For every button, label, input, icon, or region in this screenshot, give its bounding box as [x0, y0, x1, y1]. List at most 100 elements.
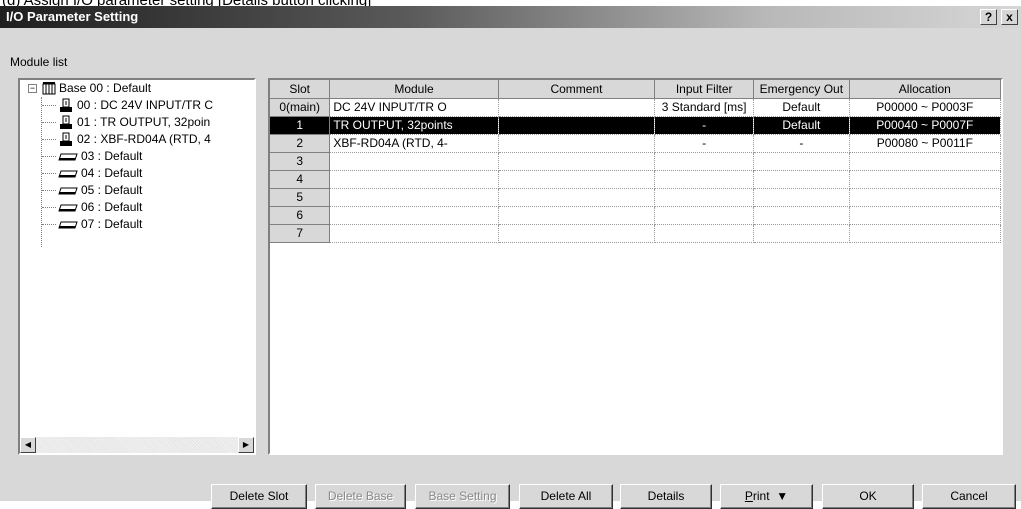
ok-button[interactable]: OK	[822, 484, 914, 509]
delete-all-button[interactable]: Delete All	[519, 484, 613, 509]
module-cell[interactable]	[329, 188, 499, 207]
input-filter-cell[interactable]: -	[654, 134, 755, 153]
column-header-input-filter[interactable]: Input Filter	[654, 80, 755, 99]
base-setting-button[interactable]: Base Setting	[415, 484, 510, 509]
module-cell[interactable]: DC 24V INPUT/TR O	[329, 98, 499, 117]
column-header-comment[interactable]: Comment	[498, 80, 656, 99]
details-button[interactable]: Details	[620, 484, 712, 509]
module-cell[interactable]: XBF-RD04A (RTD, 4-	[329, 134, 499, 153]
tree-item-slot-04[interactable]: 04 : Default	[58, 165, 142, 181]
module-cell[interactable]	[329, 206, 499, 225]
scroll-right-icon[interactable]: ▶	[238, 437, 254, 453]
slot-cell[interactable]: 5	[270, 188, 331, 207]
tree-item-label: 04 : Default	[81, 166, 143, 180]
slot-cell[interactable]: 0(main)	[270, 98, 331, 117]
module-icon	[60, 132, 72, 147]
slot-cell[interactable]: 6	[270, 206, 331, 225]
delete-base-button[interactable]: Delete Base	[315, 484, 406, 509]
table-row[interactable]: 5	[270, 188, 1001, 207]
comment-cell[interactable]	[498, 188, 656, 207]
tree-branch	[42, 139, 56, 140]
slot-cell[interactable]: 7	[270, 224, 331, 243]
comment-cell[interactable]	[498, 116, 656, 135]
slot-cell[interactable]: 2	[270, 134, 331, 153]
empty-slot-icon	[58, 153, 78, 161]
close-button[interactable]: x	[1001, 9, 1018, 25]
emergency-out-cell[interactable]	[753, 188, 850, 207]
table-row[interactable]: 2 XBF-RD04A (RTD, 4- - - P00080 ~ P0011F	[270, 134, 1001, 153]
comment-cell[interactable]	[498, 152, 656, 171]
slot-cell[interactable]: 3	[270, 152, 331, 171]
tree-item-slot-07[interactable]: 07 : Default	[58, 216, 142, 232]
tree-branch	[42, 224, 56, 225]
tree-item-slot-01[interactable]: 01 : TR OUTPUT, 32poin	[58, 114, 210, 130]
comment-cell[interactable]	[498, 134, 656, 153]
allocation-cell	[849, 188, 1001, 207]
emergency-out-cell[interactable]: Default	[753, 98, 850, 117]
delete-slot-button[interactable]: Delete Slot	[211, 484, 307, 509]
tree-root[interactable]: Base 00 : Default	[42, 80, 151, 96]
column-header-slot[interactable]: Slot	[270, 80, 331, 99]
emergency-out-cell[interactable]: Default	[753, 116, 850, 135]
input-filter-cell[interactable]: -	[654, 116, 755, 135]
table-row[interactable]: 4	[270, 170, 1001, 189]
empty-slot-icon	[58, 187, 78, 195]
comment-cell[interactable]	[498, 224, 656, 243]
slot-cell[interactable]: 1	[270, 116, 331, 135]
input-filter-cell[interactable]	[654, 206, 755, 225]
emergency-out-cell[interactable]	[753, 206, 850, 225]
tree-branch	[42, 173, 56, 174]
module-cell[interactable]	[329, 152, 499, 171]
collapse-icon[interactable]: −	[28, 84, 37, 93]
help-button[interactable]: ?	[980, 9, 997, 25]
tree-item-slot-05[interactable]: 05 : Default	[58, 182, 142, 198]
io-parameter-grid[interactable]: Slot Module Comment Input Filter Emergen…	[268, 78, 1003, 455]
table-row[interactable]: 0(main) DC 24V INPUT/TR O 3 Standard [ms…	[270, 98, 1001, 117]
tree-item-label: 02 : XBF-RD04A (RTD, 4	[77, 132, 211, 146]
tree-branch	[42, 105, 56, 106]
cancel-button[interactable]: Cancel	[922, 484, 1016, 509]
emergency-out-cell[interactable]	[753, 170, 850, 189]
tree-branch	[42, 156, 56, 157]
tree-item-label: 00 : DC 24V INPUT/TR C	[77, 98, 214, 112]
tree-item-slot-03[interactable]: 03 : Default	[58, 148, 142, 164]
print-button[interactable]: Print ▼	[720, 484, 813, 509]
table-row[interactable]: 7	[270, 224, 1001, 243]
comment-cell[interactable]	[498, 206, 656, 225]
column-header-allocation[interactable]: Allocation	[849, 80, 1001, 99]
table-row[interactable]: 6	[270, 206, 1001, 225]
module-tree[interactable]: − Base 00 : Default 00 : DC 24V INPUT/TR…	[18, 78, 256, 455]
emergency-out-cell[interactable]	[753, 152, 850, 171]
input-filter-cell[interactable]	[654, 152, 755, 171]
empty-slot-icon	[58, 170, 78, 178]
column-header-module[interactable]: Module	[329, 80, 499, 99]
module-cell[interactable]	[329, 224, 499, 243]
scroll-track[interactable]	[36, 437, 238, 453]
slot-cell[interactable]: 4	[270, 170, 331, 189]
tree-root-label: Base 00 : Default	[59, 81, 152, 95]
input-filter-cell[interactable]	[654, 188, 755, 207]
input-filter-cell[interactable]	[654, 170, 755, 189]
comment-cell[interactable]	[498, 98, 656, 117]
emergency-out-cell[interactable]	[753, 224, 850, 243]
input-filter-cell[interactable]: 3 Standard [ms]	[654, 98, 755, 117]
tree-horizontal-scrollbar[interactable]: ◀ ▶	[20, 437, 254, 453]
allocation-cell	[849, 224, 1001, 243]
tree-item-label: 06 : Default	[81, 200, 143, 214]
input-filter-cell[interactable]	[654, 224, 755, 243]
module-icon	[60, 115, 72, 130]
module-cell[interactable]: TR OUTPUT, 32points	[329, 116, 499, 135]
base-rack-icon	[42, 82, 56, 95]
tree-item-label: 05 : Default	[81, 183, 143, 197]
empty-slot-icon	[58, 204, 78, 212]
emergency-out-cell[interactable]: -	[753, 134, 850, 153]
table-row-selected[interactable]: 1 TR OUTPUT, 32points - Default P00040 ~…	[270, 116, 1001, 135]
scroll-left-icon[interactable]: ◀	[20, 437, 36, 453]
tree-item-slot-00[interactable]: 00 : DC 24V INPUT/TR C	[58, 97, 213, 113]
module-cell[interactable]	[329, 170, 499, 189]
table-row[interactable]: 3	[270, 152, 1001, 171]
comment-cell[interactable]	[498, 170, 656, 189]
column-header-emergency-out[interactable]: Emergency Out	[753, 80, 850, 99]
tree-item-slot-06[interactable]: 06 : Default	[58, 199, 142, 215]
tree-item-slot-02[interactable]: 02 : XBF-RD04A (RTD, 4	[58, 131, 211, 147]
